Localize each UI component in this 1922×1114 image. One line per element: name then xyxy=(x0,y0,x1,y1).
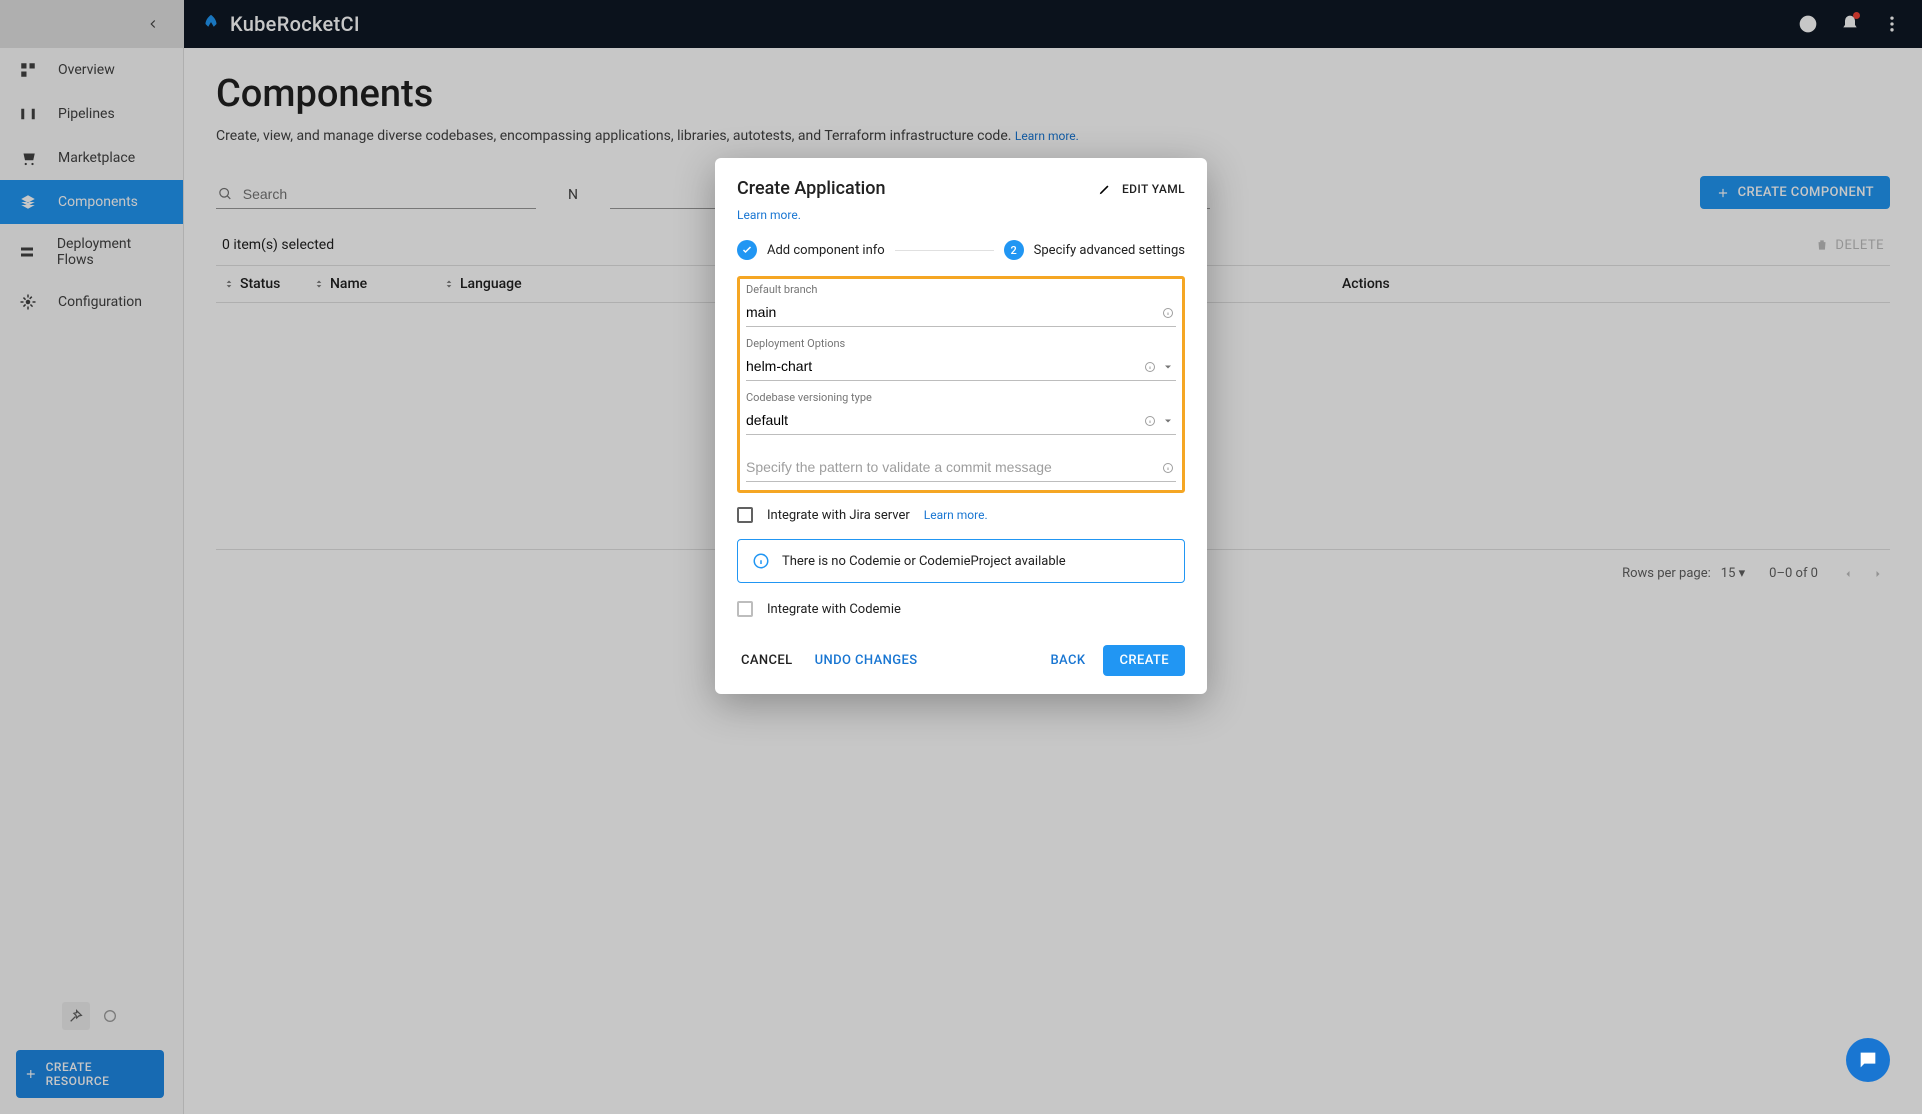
create-application-dialog: Create Application EDIT YAML Learn more.… xyxy=(715,158,1207,694)
field-label: Deployment Options xyxy=(746,337,1176,350)
codemie-label: Integrate with Codemie xyxy=(767,602,901,617)
dialog-learn-more-link[interactable]: Learn more. xyxy=(737,208,801,222)
create-button[interactable]: CREATE xyxy=(1103,645,1185,676)
codemie-alert: There is no Codemie or CodemieProject av… xyxy=(737,539,1185,583)
info-icon[interactable] xyxy=(1144,415,1156,427)
stepper: Add component info 2 Specify advanced se… xyxy=(737,240,1185,260)
chat-icon xyxy=(1857,1049,1879,1071)
back-button[interactable]: BACK xyxy=(1046,647,1089,674)
step-1[interactable]: Add component info xyxy=(737,240,885,260)
step-connector xyxy=(895,250,994,251)
edit-yaml-button[interactable]: EDIT YAML xyxy=(1098,182,1185,196)
info-icon[interactable] xyxy=(1162,307,1174,319)
dialog-actions: CANCEL UNDO CHANGES BACK CREATE xyxy=(737,645,1185,676)
cancel-button[interactable]: CANCEL xyxy=(737,647,797,674)
versioning-type-field: Codebase versioning type xyxy=(746,391,1176,435)
pencil-icon xyxy=(1098,182,1112,196)
check-circle-icon xyxy=(737,240,757,260)
info-icon xyxy=(752,552,770,570)
info-icon[interactable] xyxy=(1144,361,1156,373)
versioning-type-select[interactable] xyxy=(746,406,1176,435)
field-label: Codebase versioning type xyxy=(746,391,1176,404)
chevron-down-icon[interactable] xyxy=(1162,415,1174,427)
step-2: 2 Specify advanced settings xyxy=(1004,240,1185,260)
deployment-options-select[interactable] xyxy=(746,352,1176,381)
dialog-title: Create Application xyxy=(737,178,886,199)
undo-changes-button[interactable]: UNDO CHANGES xyxy=(811,647,922,674)
deployment-options-field: Deployment Options xyxy=(746,337,1176,381)
jira-checkbox[interactable] xyxy=(737,507,753,523)
jira-checkbox-row: Integrate with Jira server Learn more. xyxy=(737,507,1185,523)
jira-label: Integrate with Jira server xyxy=(767,508,910,523)
step-number-icon: 2 xyxy=(1004,240,1024,260)
info-icon[interactable] xyxy=(1162,462,1174,474)
advanced-settings-highlight: Default branch Deployment Options Codeba… xyxy=(737,276,1185,493)
field-label: Default branch xyxy=(746,283,1176,296)
codemie-checkbox xyxy=(737,601,753,617)
chat-fab[interactable] xyxy=(1846,1038,1890,1082)
codemie-checkbox-row: Integrate with Codemie xyxy=(737,601,1185,617)
default-branch-field: Default branch xyxy=(746,283,1176,327)
jira-learn-more-link[interactable]: Learn more. xyxy=(924,508,988,522)
default-branch-input[interactable] xyxy=(746,298,1176,327)
commit-pattern-input[interactable] xyxy=(746,453,1176,482)
chevron-down-icon[interactable] xyxy=(1162,361,1174,373)
commit-pattern-field xyxy=(746,453,1176,482)
